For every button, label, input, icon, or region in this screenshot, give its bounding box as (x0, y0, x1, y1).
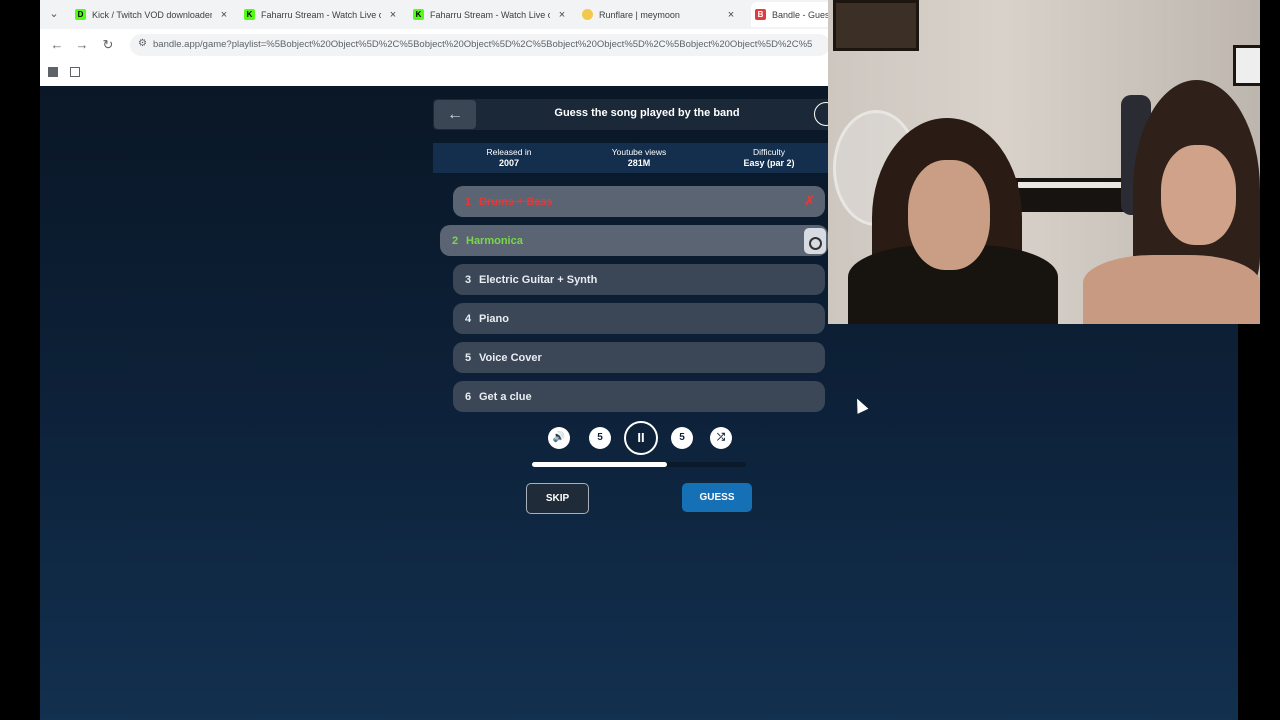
guess-button[interactable]: GUESS (682, 483, 752, 512)
stat-value: Easy (par 2) (743, 158, 795, 168)
wrong-mark-icon: ✗ (804, 193, 815, 208)
close-tab-icon[interactable]: × (218, 9, 230, 21)
stat-difficulty: Difficulty Easy (par 2) (704, 147, 834, 169)
skip-button[interactable]: SKIP (526, 483, 589, 514)
tab-bandle[interactable]: B Bandle - Guess (751, 2, 828, 27)
webcam-overlay (828, 0, 1260, 324)
runflare-icon (582, 9, 593, 20)
stat-youtube-views: Youtube views 281M (574, 147, 704, 169)
hint-label: Piano (479, 312, 509, 325)
bookmark-icon[interactable] (48, 67, 58, 77)
tab-search-icon[interactable]: ⌄ (46, 6, 62, 22)
bookmarks-bar (40, 60, 828, 86)
hint-row-5[interactable]: 5 Voice Cover (453, 342, 825, 373)
hint-number: 3 (465, 273, 472, 286)
hint-number: 1 (465, 195, 472, 208)
url-text: bandle.app/game?playlist=%5Bobject%20Obj… (153, 39, 813, 50)
stat-label: Difficulty (753, 147, 785, 157)
page-title: Guess the song played by the band (554, 107, 740, 119)
hint-row-3[interactable]: 3 Electric Guitar + Synth (453, 264, 825, 295)
tab-label: Faharru Stream - Watch Live on (261, 9, 381, 20)
kick-icon: K (413, 9, 424, 20)
hint-row-1[interactable]: 1 Drums + Bass ✗ (453, 186, 825, 217)
hint-number: 6 (465, 390, 472, 403)
playback-progress-bar[interactable] (532, 462, 746, 467)
forward-5-icon[interactable]: 5 (671, 427, 693, 449)
hint-number: 5 (465, 351, 472, 364)
stat-value: 2007 (498, 158, 520, 168)
navigation-bar: ← → ↻ ⚙ bandle.app/game?playlist=%5Bobje… (40, 29, 828, 60)
site-settings-icon[interactable]: ⚙ (138, 38, 147, 49)
hint-row-2[interactable]: 2 Harmonica (440, 225, 828, 256)
tab-strip: ⌄ D Kick / Twitch VOD downloader × K Fah… (40, 0, 828, 29)
back-arrow-icon[interactable]: ← (49, 37, 65, 53)
close-tab-icon[interactable]: × (387, 9, 399, 21)
tab-faharru-stream-1[interactable]: K Faharru Stream - Watch Live on × (244, 2, 399, 27)
hint-label: Harmonica (466, 234, 523, 247)
stat-label: Youtube views (611, 147, 667, 157)
shuffle-icon[interactable]: ⤮ (710, 427, 732, 449)
hint-label: Drums + Bass (479, 195, 553, 208)
hint-row-6[interactable]: 6 Get a clue (453, 381, 825, 412)
stat-value: 281M (627, 158, 651, 168)
pause-button[interactable]: II (624, 421, 658, 455)
hint-number: 2 (452, 234, 459, 247)
reload-icon[interactable]: ↻ (100, 37, 116, 53)
tab-faharru-stream-2[interactable]: K Faharru Stream - Watch Live on × (413, 2, 568, 27)
progress-fill (532, 462, 667, 467)
bandle-icon: B (755, 9, 766, 20)
address-bar[interactable]: ⚙ bandle.app/game?playlist=%5Bobject%20O… (130, 34, 828, 56)
kick-icon: K (244, 9, 255, 20)
wall-picture (1233, 45, 1260, 86)
apps-grid-icon[interactable] (70, 67, 80, 77)
close-tab-icon[interactable]: × (556, 9, 568, 21)
tab-label: Kick / Twitch VOD downloader (92, 9, 212, 20)
game-header: ← Guess the song played by the band (433, 99, 838, 130)
tab-runflare[interactable]: Runflare | meymoon × (582, 2, 737, 27)
forward-arrow-icon[interactable]: → (74, 37, 90, 53)
stat-label: Released in (486, 147, 532, 157)
stat-released: Released in 2007 (444, 147, 574, 169)
song-stats: Released in 2007 Youtube views 281M Diff… (433, 143, 828, 173)
tab-label: Bandle - Guess (772, 9, 828, 20)
hint-row-4[interactable]: 4 Piano (453, 303, 825, 334)
hint-label: Electric Guitar + Synth (479, 273, 598, 286)
tab-vod-downloader[interactable]: D Kick / Twitch VOD downloader × (75, 2, 230, 27)
volume-icon[interactable]: 🔊 (548, 427, 570, 449)
hint-number: 4 (465, 312, 472, 325)
kick-icon: D (75, 9, 86, 20)
close-tab-icon[interactable]: × (725, 9, 737, 21)
browser-window: ⌄ D Kick / Twitch VOD downloader × K Fah… (40, 0, 828, 86)
hint-label: Voice Cover (479, 351, 542, 364)
tab-label: Faharru Stream - Watch Live on (430, 9, 550, 20)
speaker-icon[interactable] (804, 228, 826, 254)
wall-picture (833, 0, 919, 51)
hint-label: Get a clue (479, 390, 532, 403)
rewind-5-icon[interactable]: 5 (589, 427, 611, 449)
tab-label: Runflare | meymoon (599, 9, 680, 20)
